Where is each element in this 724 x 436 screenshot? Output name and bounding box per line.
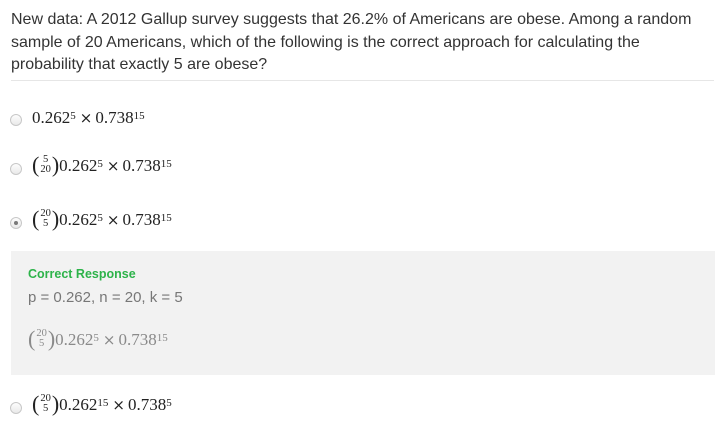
binom-bottom: 20 (40, 164, 51, 175)
times-sign: × (102, 331, 116, 349)
binom-bottom: 5 (42, 403, 49, 414)
binomial-coefficient: 20 5 (40, 393, 51, 414)
left-paren: ( (32, 152, 40, 177)
answer-option-3[interactable]: ( 20 5 ) 0.262 5 × 0.738 15 (0, 204, 724, 244)
binom-bottom: 5 (38, 338, 45, 349)
times-sign: × (106, 211, 120, 229)
answer-option-4[interactable]: ( 20 5 ) 0.262 15 × 0.738 5 (0, 389, 724, 429)
question-text: New data: A 2012 Gallup survey suggests … (11, 11, 692, 73)
answer-option-1[interactable]: 0.262 5 × 0.738 15 (0, 100, 724, 140)
q-value: 0.738 (122, 156, 161, 175)
feedback-panel: Correct Response p = 0.262, n = 20, k = … (11, 251, 715, 375)
p-value: 0.262 (32, 108, 71, 127)
option-formula: ( 20 5 ) 0.262 5 × 0.738 15 (32, 206, 172, 231)
binomial-coefficient: 20 5 (40, 208, 51, 229)
q-value: 0.738 (127, 395, 167, 414)
divider (11, 80, 714, 81)
radio-button-icon[interactable] (10, 402, 22, 414)
q-value: 0.738 (95, 108, 134, 127)
p-value: 0.262 (59, 156, 98, 175)
p-value: 0.262 (55, 330, 94, 349)
right-paren: ) (47, 326, 56, 351)
times-sign: × (112, 396, 125, 414)
answer-option-2[interactable]: ( 5 20 ) 0.262 5 × 0.738 15 (0, 150, 724, 190)
times-sign: × (79, 109, 93, 127)
p-value: 0.262 (59, 395, 98, 414)
q-value: 0.738 (122, 210, 161, 229)
feedback-title: Correct Response (28, 267, 136, 281)
radio-button-selected-icon[interactable] (10, 217, 22, 229)
binomial-coefficient: 5 20 (40, 154, 51, 175)
times-sign: × (106, 157, 120, 175)
left-paren: ( (32, 391, 40, 416)
p-value: 0.262 (59, 210, 98, 229)
right-paren: ) (51, 152, 60, 177)
binomial-coefficient: 20 5 (36, 328, 47, 349)
option-formula: ( 20 5 ) 0.262 15 × 0.738 5 (32, 391, 172, 416)
binom-bottom: 5 (42, 218, 49, 229)
feedback-formula: ( 20 5 ) 0.262 5 × 0.738 15 (28, 326, 168, 351)
left-paren: ( (28, 326, 36, 351)
option-formula: ( 5 20 ) 0.262 5 × 0.738 15 (32, 152, 172, 177)
radio-button-icon[interactable] (10, 114, 22, 126)
right-paren: ) (51, 391, 60, 416)
feedback-params: p = 0.262, n = 20, k = 5 (28, 289, 183, 306)
option-formula: 0.262 5 × 0.738 15 (32, 108, 145, 127)
right-paren: ) (51, 206, 60, 231)
left-paren: ( (32, 206, 40, 231)
q-value: 0.738 (118, 330, 157, 349)
radio-button-icon[interactable] (10, 163, 22, 175)
